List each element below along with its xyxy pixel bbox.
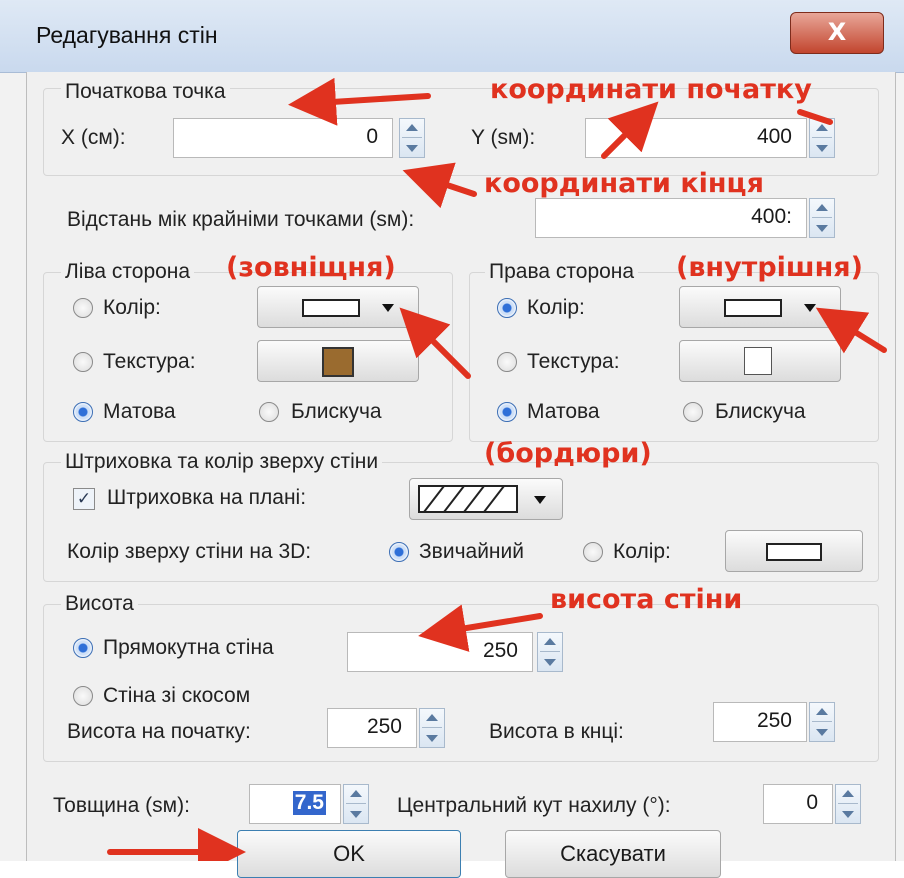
ordinary-radio[interactable] bbox=[389, 542, 409, 562]
texture-swatch-icon bbox=[322, 347, 354, 377]
rect-height-spinner[interactable] bbox=[537, 632, 563, 672]
distance-value: 400: bbox=[751, 205, 792, 228]
start-height-spinner[interactable] bbox=[419, 708, 445, 748]
close-button[interactable]: X bbox=[790, 12, 884, 54]
start-height-input[interactable]: 250 bbox=[327, 708, 417, 748]
start-height-label: Висота на початку: bbox=[67, 720, 251, 743]
dropdown-arrow-icon bbox=[382, 304, 394, 312]
left-glossy-radio[interactable] bbox=[259, 402, 279, 422]
rect-wall-radio[interactable] bbox=[73, 638, 93, 658]
right-glossy-radio[interactable] bbox=[683, 402, 703, 422]
end-height-input[interactable]: 250 bbox=[713, 702, 807, 742]
dropdown-arrow-icon bbox=[534, 496, 546, 504]
left-texture-radio[interactable] bbox=[73, 352, 93, 372]
right-texture-label: Текстура: bbox=[527, 350, 620, 373]
right-color-radio[interactable] bbox=[497, 298, 517, 318]
thickness-spinner[interactable] bbox=[343, 784, 369, 824]
left-texture-button[interactable] bbox=[257, 340, 419, 382]
dialog-title: Редагування стін bbox=[36, 22, 218, 48]
ordinary-label: Звичайний bbox=[419, 540, 524, 563]
y-input[interactable]: 400 bbox=[585, 118, 807, 158]
distance-label: Відстань мік крайніми точками (sм): bbox=[67, 208, 415, 231]
right-matte-label: Матова bbox=[527, 400, 600, 423]
cancel-button[interactable]: Скасувати bbox=[505, 830, 721, 878]
thickness-value: 7.5 bbox=[292, 791, 326, 815]
dropdown-arrow-icon bbox=[804, 304, 816, 312]
top-color-swatch bbox=[766, 543, 822, 561]
annotation-outer: (зовніщня) bbox=[226, 252, 396, 283]
angle-value: 0 bbox=[806, 791, 818, 814]
hatch-label: Штриховка на плані: bbox=[107, 486, 307, 509]
top-color-radio-label: Колір: bbox=[613, 540, 671, 563]
right-color-picker[interactable] bbox=[679, 286, 841, 328]
x-label: X (см): bbox=[61, 126, 126, 149]
top-color-radio[interactable] bbox=[583, 542, 603, 562]
left-color-radio[interactable] bbox=[73, 298, 93, 318]
y-value: 400 bbox=[756, 125, 792, 148]
annotation-borders: (бордюри) bbox=[484, 438, 652, 469]
x-spinner[interactable] bbox=[399, 118, 425, 158]
end-height-spinner[interactable] bbox=[809, 702, 835, 742]
angle-label: Центральний кут нахилу (°): bbox=[397, 794, 671, 817]
start-height-value: 250 bbox=[366, 715, 402, 738]
x-input[interactable]: 0 bbox=[173, 118, 393, 158]
angle-spinner[interactable] bbox=[835, 784, 861, 824]
hatch-pattern-dropdown[interactable] bbox=[409, 478, 563, 520]
annotation-wall-height: висота стіни bbox=[550, 584, 743, 615]
right-texture-button[interactable] bbox=[679, 340, 841, 382]
hatching-group-label: Штриховка та колір зверху стіни bbox=[61, 450, 383, 474]
slant-wall-label: Стіна зі скосом bbox=[103, 684, 251, 707]
left-side-group-label: Ліва сторона bbox=[61, 260, 195, 284]
thickness-label: Товщина (sм): bbox=[53, 794, 190, 817]
slant-wall-radio[interactable] bbox=[73, 686, 93, 706]
x-value: 0 bbox=[366, 125, 378, 148]
end-height-label: Висота в кнці: bbox=[489, 720, 624, 743]
end-height-value: 250 bbox=[756, 709, 792, 732]
annotation-inner: (внутрішня) bbox=[676, 252, 863, 283]
left-color-swatch bbox=[302, 299, 360, 317]
ok-button[interactable]: OK bbox=[237, 830, 461, 878]
distance-input[interactable]: 400: bbox=[535, 198, 807, 238]
dialog-client-area: Початкова точка X (см): 0 Y (sм): 400 Ві… bbox=[26, 72, 896, 878]
left-glossy-label: Блискуча bbox=[291, 400, 382, 423]
dialog-window: Редагування стін X Початкова точка X (см… bbox=[0, 0, 904, 878]
left-color-label: Колір: bbox=[103, 296, 161, 319]
right-side-group-label: Права сторона bbox=[485, 260, 639, 284]
left-texture-label: Текстура: bbox=[103, 350, 196, 373]
y-spinner[interactable] bbox=[809, 118, 835, 158]
distance-spinner[interactable] bbox=[809, 198, 835, 238]
annotation-start-coords: координати початку bbox=[490, 74, 812, 105]
left-matte-label: Матова bbox=[103, 400, 176, 423]
height-group-label: Висота bbox=[61, 592, 138, 616]
start-point-group-label: Початкова точка bbox=[61, 80, 230, 104]
annotation-end-coords: координати кінця bbox=[484, 168, 764, 199]
y-label: Y (sм): bbox=[471, 126, 536, 149]
rect-height-input[interactable]: 250 bbox=[347, 632, 533, 672]
rect-wall-label: Прямокутна стіна bbox=[103, 636, 274, 659]
right-color-label: Колір: bbox=[527, 296, 585, 319]
hatch-checkbox[interactable]: ✓ bbox=[73, 488, 95, 510]
left-matte-radio[interactable] bbox=[73, 402, 93, 422]
thickness-input[interactable]: 7.5 bbox=[249, 784, 341, 824]
right-glossy-label: Блискуча bbox=[715, 400, 806, 423]
right-texture-radio[interactable] bbox=[497, 352, 517, 372]
right-color-swatch bbox=[724, 299, 782, 317]
title-bar: Редагування стін X bbox=[0, 0, 904, 73]
right-matte-radio[interactable] bbox=[497, 402, 517, 422]
angle-input[interactable]: 0 bbox=[763, 784, 833, 824]
top-color-label: Колір зверху стіни на 3D: bbox=[67, 540, 312, 563]
top-color-picker[interactable] bbox=[725, 530, 863, 572]
hatch-pattern-icon bbox=[418, 485, 518, 513]
left-color-picker[interactable] bbox=[257, 286, 419, 328]
rect-height-value: 250 bbox=[482, 639, 518, 662]
texture-swatch-icon bbox=[744, 347, 772, 375]
